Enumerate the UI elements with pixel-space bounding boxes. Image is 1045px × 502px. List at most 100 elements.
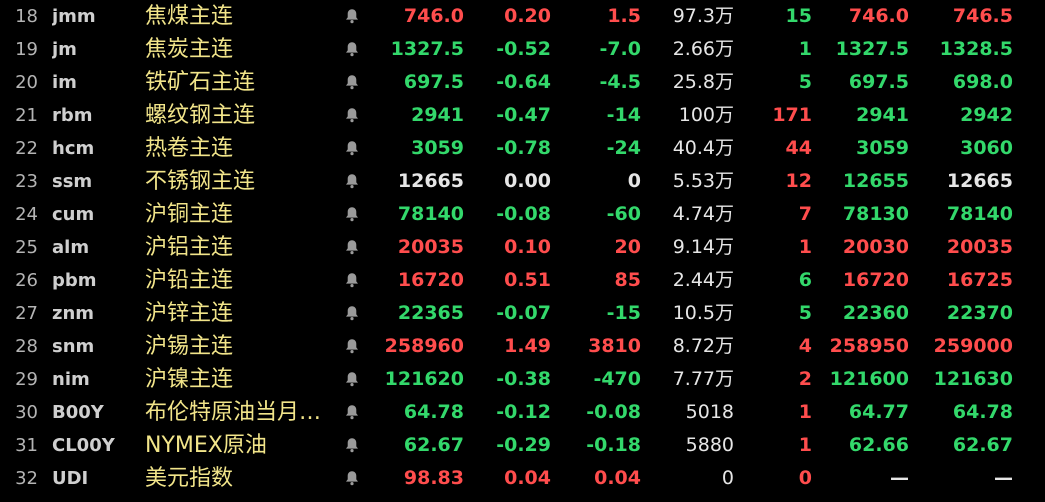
contract-name[interactable]: 铁矿石主连 bbox=[145, 66, 340, 99]
alert-bell[interactable] bbox=[342, 363, 362, 396]
contract-code[interactable]: UDI bbox=[52, 462, 138, 495]
table-row[interactable]: 19 jm 焦炭主连 1327.5 -0.52 -7.0 2.66万 1 1327.5 1328.… bbox=[0, 33, 1045, 66]
contract-code[interactable]: jm bbox=[52, 33, 138, 66]
contract-name[interactable]: 布伦特原油当月… bbox=[145, 396, 340, 429]
bell-icon[interactable] bbox=[345, 437, 359, 453]
contract-name[interactable]: 螺纹钢主连 bbox=[145, 99, 340, 132]
contract-code[interactable]: B00Y bbox=[52, 396, 138, 429]
table-row[interactable]: 32 UDI 美元指数 98.83 0.04 0.04 0 0 — — bbox=[0, 462, 1045, 495]
contract-name[interactable]: NYMEX原油 bbox=[145, 429, 340, 462]
volume: 25.8万 bbox=[672, 71, 734, 93]
change-percent: 0.00 bbox=[504, 170, 551, 192]
bell-icon[interactable] bbox=[345, 206, 359, 222]
contract-name[interactable]: 沪铅主连 bbox=[145, 264, 340, 297]
alert-bell[interactable] bbox=[342, 99, 362, 132]
contract-code[interactable]: CL00Y bbox=[52, 429, 138, 462]
table-row[interactable]: 31 CL00Y NYMEX原油 62.67 -0.29 -0.18 5880 1 62.66 6… bbox=[0, 429, 1045, 462]
alert-bell[interactable] bbox=[342, 231, 362, 264]
change-percent: 0.04 bbox=[504, 467, 551, 489]
contract-name[interactable]: 沪铝主连 bbox=[145, 231, 340, 264]
contract-name[interactable]: 不锈钢主连 bbox=[145, 165, 340, 198]
latest-price: 746.0 bbox=[403, 5, 464, 27]
bell-icon[interactable] bbox=[345, 404, 359, 420]
table-row[interactable]: 26 pbm 沪铅主连 16720 0.51 85 2.44万 6 16720 16725 bbox=[0, 264, 1045, 297]
bell-icon[interactable] bbox=[345, 272, 359, 288]
contract-name[interactable]: 沪锡主连 bbox=[145, 330, 340, 363]
bell-icon[interactable] bbox=[345, 173, 359, 189]
alert-bell[interactable] bbox=[342, 330, 362, 363]
contract-name[interactable]: 沪锌主连 bbox=[145, 297, 340, 330]
table-row[interactable]: 20 im 铁矿石主连 697.5 -0.64 -4.5 25.8万 5 697.5 698.0 bbox=[0, 66, 1045, 99]
contract-name[interactable]: 沪镍主连 bbox=[145, 363, 340, 396]
alert-bell[interactable] bbox=[342, 132, 362, 165]
table-row[interactable]: 29 nim 沪镍主连 121620 -0.38 -470 7.77万 2 121600 1216… bbox=[0, 363, 1045, 396]
bell-icon[interactable] bbox=[345, 8, 359, 24]
current-volume: 15 bbox=[785, 5, 812, 27]
bell-icon[interactable] bbox=[345, 305, 359, 321]
contract-code[interactable]: im bbox=[52, 66, 138, 99]
table-row[interactable]: 25 alm 沪铝主连 20035 0.10 20 9.14万 1 20030 20035 bbox=[0, 231, 1045, 264]
change-amount: 0.04 bbox=[594, 467, 641, 489]
change-amount: -15 bbox=[606, 302, 641, 324]
alert-bell[interactable] bbox=[342, 33, 362, 66]
contract-code[interactable]: jmm bbox=[52, 0, 138, 33]
table-row[interactable]: 23 ssm 不锈钢主连 12665 0.00 0 5.53万 12 12655 12665 bbox=[0, 165, 1045, 198]
contract-name[interactable]: 焦炭主连 bbox=[145, 33, 340, 66]
alert-bell[interactable] bbox=[342, 264, 362, 297]
alert-bell[interactable] bbox=[342, 198, 362, 231]
table-row[interactable]: 18 jmm 焦煤主连 746.0 0.20 1.5 97.3万 15 746.0 746.5 bbox=[0, 0, 1045, 33]
bell-icon[interactable] bbox=[345, 470, 359, 486]
contract-code[interactable]: hcm bbox=[52, 132, 138, 165]
alert-bell[interactable] bbox=[342, 396, 362, 429]
alert-bell[interactable] bbox=[342, 165, 362, 198]
table-row[interactable]: 27 znm 沪锌主连 22365 -0.07 -15 10.5万 5 22360 22370 bbox=[0, 297, 1045, 330]
change-amount: -0.18 bbox=[586, 434, 641, 456]
bell-icon[interactable] bbox=[345, 107, 359, 123]
volume: 40.4万 bbox=[672, 137, 734, 159]
contract-code[interactable]: pbm bbox=[52, 264, 138, 297]
contract-name[interactable]: 热卷主连 bbox=[145, 132, 340, 165]
alert-bell[interactable] bbox=[342, 0, 362, 33]
contract-name[interactable]: 沪铜主连 bbox=[145, 198, 340, 231]
bell-icon[interactable] bbox=[345, 140, 359, 156]
table-row[interactable]: 30 B00Y 布伦特原油当月… 64.78 -0.12 -0.08 5018 1 64.77 6… bbox=[0, 396, 1045, 429]
change-amount: -14 bbox=[606, 104, 641, 126]
contract-code[interactable]: alm bbox=[52, 231, 138, 264]
current-volume: 44 bbox=[785, 137, 812, 159]
volume: 2.44万 bbox=[672, 269, 734, 291]
bell-icon[interactable] bbox=[345, 338, 359, 354]
bell-icon[interactable] bbox=[345, 74, 359, 90]
ask-price: 20035 bbox=[946, 236, 1013, 258]
bell-icon[interactable] bbox=[345, 239, 359, 255]
change-amount: -0.08 bbox=[586, 401, 641, 423]
alert-bell[interactable] bbox=[342, 429, 362, 462]
ask-price: 16725 bbox=[946, 269, 1013, 291]
contract-code[interactable]: nim bbox=[52, 363, 138, 396]
contract-code[interactable]: cum bbox=[52, 198, 138, 231]
contract-code[interactable]: rbm bbox=[52, 99, 138, 132]
latest-price: 2941 bbox=[411, 104, 464, 126]
current-volume: 6 bbox=[798, 269, 812, 291]
alert-bell[interactable] bbox=[342, 66, 362, 99]
latest-price: 22365 bbox=[397, 302, 464, 324]
current-volume: 2 bbox=[798, 368, 812, 390]
table-row[interactable]: 24 cum 沪铜主连 78140 -0.08 -60 4.74万 7 78130 78140 bbox=[0, 198, 1045, 231]
contract-code[interactable]: ssm bbox=[52, 165, 138, 198]
contract-name[interactable]: 美元指数 bbox=[145, 462, 340, 495]
table-row[interactable]: 22 hcm 热卷主连 3059 -0.78 -24 40.4万 44 3059 3060 bbox=[0, 132, 1045, 165]
contract-code[interactable]: znm bbox=[52, 297, 138, 330]
volume: 8.72万 bbox=[672, 335, 734, 357]
alert-bell[interactable] bbox=[342, 297, 362, 330]
bid-price: 62.66 bbox=[848, 434, 909, 456]
bid-price: 258950 bbox=[829, 335, 909, 357]
contract-name[interactable]: 焦煤主连 bbox=[145, 0, 340, 33]
table-row[interactable]: 28 snm 沪锡主连 258960 1.49 3810 8.72万 4 258950 25900… bbox=[0, 330, 1045, 363]
bell-icon[interactable] bbox=[345, 41, 359, 57]
alert-bell[interactable] bbox=[342, 462, 362, 495]
bell-icon[interactable] bbox=[345, 371, 359, 387]
ask-price: 12665 bbox=[946, 170, 1013, 192]
contract-code[interactable]: snm bbox=[52, 330, 138, 363]
current-volume: 1 bbox=[798, 236, 812, 258]
volume: 5880 bbox=[685, 434, 734, 456]
table-row[interactable]: 21 rbm 螺纹钢主连 2941 -0.47 -14 100万 171 2941 2942 bbox=[0, 99, 1045, 132]
